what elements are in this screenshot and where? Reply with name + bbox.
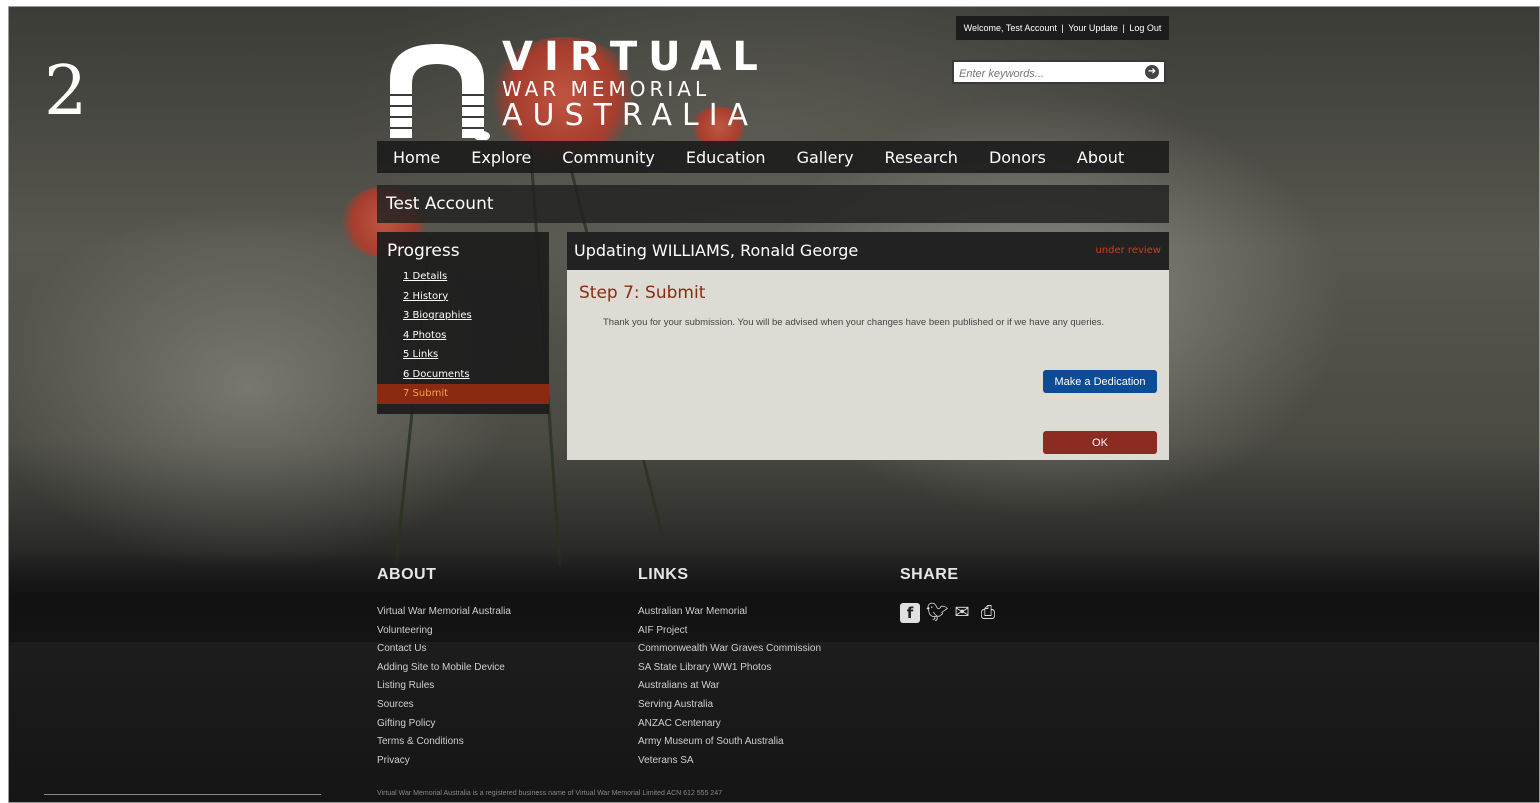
step-link-biographies[interactable]: 3 Biographies	[403, 310, 472, 321]
share-icons: f 🐦︎ ✉ ⎙	[900, 603, 998, 623]
footer-link[interactable]: ANZAC Centenary	[638, 715, 821, 734]
footer-link[interactable]: Volunteering	[377, 622, 511, 641]
logo-line-3: AUSTRALIA	[502, 98, 759, 133]
ok-button[interactable]: OK	[1043, 431, 1157, 454]
step-link-submit[interactable]: 7 Submit	[403, 388, 448, 399]
progress-step[interactable]: 2 History	[377, 287, 549, 307]
logo-line-1: VIRTUAL	[502, 34, 769, 80]
step-link-links[interactable]: 5 Links	[403, 349, 438, 360]
footer-link[interactable]: Commonwealth War Graves Commission	[638, 640, 821, 659]
nav-gallery[interactable]: Gallery	[797, 148, 854, 167]
step-link-history[interactable]: 2 History	[403, 291, 448, 302]
footer-link[interactable]: Listing Rules	[377, 677, 511, 696]
progress-sidebar: Progress 1 Details 2 History 3 Biographi…	[377, 232, 549, 414]
search-box: ➜	[952, 60, 1166, 84]
welcome-text: Welcome, Test Account	[963, 23, 1057, 33]
footer-link[interactable]: AIF Project	[638, 622, 821, 641]
make-dedication-button[interactable]: Make a Dedication	[1043, 370, 1157, 393]
footer-link[interactable]: Contact Us	[377, 640, 511, 659]
slide-number: 2	[44, 52, 88, 131]
footer-link[interactable]: Army Museum of South Australia	[638, 733, 821, 752]
progress-step[interactable]: 5 Links	[377, 345, 549, 365]
logo-text: VIRTUAL WAR MEMORIAL AUSTRALIA	[502, 36, 769, 132]
footer-link[interactable]: Sources	[377, 696, 511, 715]
update-panel: Updating WILLIAMS, Ronald George under r…	[567, 232, 1169, 460]
footer-link[interactable]: Privacy	[377, 752, 511, 771]
separator: |	[1122, 23, 1125, 33]
footer-link[interactable]: Veterans SA	[638, 752, 821, 771]
account-title: Test Account	[377, 185, 1169, 223]
footer-links-title: LINKS	[638, 566, 689, 583]
nav-about[interactable]: About	[1077, 148, 1124, 167]
twitter-icon[interactable]: 🐦︎	[926, 603, 949, 623]
footer-link[interactable]: Australian War Memorial	[638, 603, 821, 622]
progress-title: Progress	[387, 241, 460, 261]
footer-link[interactable]: Virtual War Memorial Australia	[377, 603, 511, 622]
step-title: Step 7: Submit	[579, 283, 706, 303]
progress-step[interactable]: 1 Details	[377, 267, 549, 287]
submission-message: Thank you for your submission. You will …	[603, 317, 1105, 328]
step-link-photos[interactable]: 4 Photos	[403, 330, 446, 341]
user-bar: Welcome, Test Account | Your Update | Lo…	[956, 16, 1169, 40]
search-go-icon[interactable]: ➜	[1145, 65, 1159, 79]
progress-step[interactable]: 4 Photos	[377, 326, 549, 346]
footer-share-title: SHARE	[900, 566, 959, 583]
footer-link[interactable]: Serving Australia	[638, 696, 821, 715]
nav-research[interactable]: Research	[885, 148, 958, 167]
scrollbar-track[interactable]	[44, 794, 321, 795]
facebook-icon[interactable]: f	[900, 603, 920, 623]
footer-links: LINKS Australian War Memorial AIF Projec…	[638, 566, 821, 770]
memorial-arch-icon	[390, 44, 490, 140]
site-logo[interactable]: VIRTUAL WAR MEMORIAL AUSTRALIA	[378, 36, 758, 140]
footer-about: ABOUT Virtual War Memorial Australia Vol…	[377, 566, 511, 770]
separator: |	[1061, 23, 1064, 33]
panel-header: Updating WILLIAMS, Ronald George under r…	[567, 232, 1169, 270]
footer-link[interactable]: SA State Library WW1 Photos	[638, 659, 821, 678]
print-icon[interactable]: ⎙	[978, 603, 998, 623]
nav-explore[interactable]: Explore	[471, 148, 531, 167]
footer-about-title: ABOUT	[377, 566, 437, 583]
email-icon[interactable]: ✉	[952, 603, 972, 623]
legal-text: Virtual War Memorial Australia is a regi…	[377, 790, 723, 797]
logout-link[interactable]: Log Out	[1128, 23, 1162, 33]
nav-donors[interactable]: Donors	[989, 148, 1046, 167]
step-link-documents[interactable]: 6 Documents	[403, 369, 470, 380]
your-update-link[interactable]: Your Update	[1067, 23, 1119, 33]
progress-step[interactable]: 3 Biographies	[377, 306, 549, 326]
search-input[interactable]	[954, 64, 1134, 84]
footer-link[interactable]: Adding Site to Mobile Device	[377, 659, 511, 678]
footer-link[interactable]: Gifting Policy	[377, 715, 511, 734]
status-badge: under review	[1095, 245, 1161, 256]
logo-line-2: WAR MEMORIAL	[502, 77, 711, 101]
step-link-details[interactable]: 1 Details	[403, 271, 447, 282]
nav-education[interactable]: Education	[686, 148, 766, 167]
nav-community[interactable]: Community	[562, 148, 655, 167]
footer-share: SHARE f 🐦︎ ✉ ⎙	[900, 566, 998, 623]
main-nav: Home Explore Community Education Gallery…	[377, 141, 1169, 173]
panel-heading: Updating WILLIAMS, Ronald George	[574, 241, 859, 260]
footer-link[interactable]: Australians at War	[638, 677, 821, 696]
nav-home[interactable]: Home	[393, 148, 440, 167]
progress-step-active[interactable]: 7 Submit	[377, 384, 549, 404]
footer-link[interactable]: Terms & Conditions	[377, 733, 511, 752]
progress-step[interactable]: 6 Documents	[377, 365, 549, 385]
